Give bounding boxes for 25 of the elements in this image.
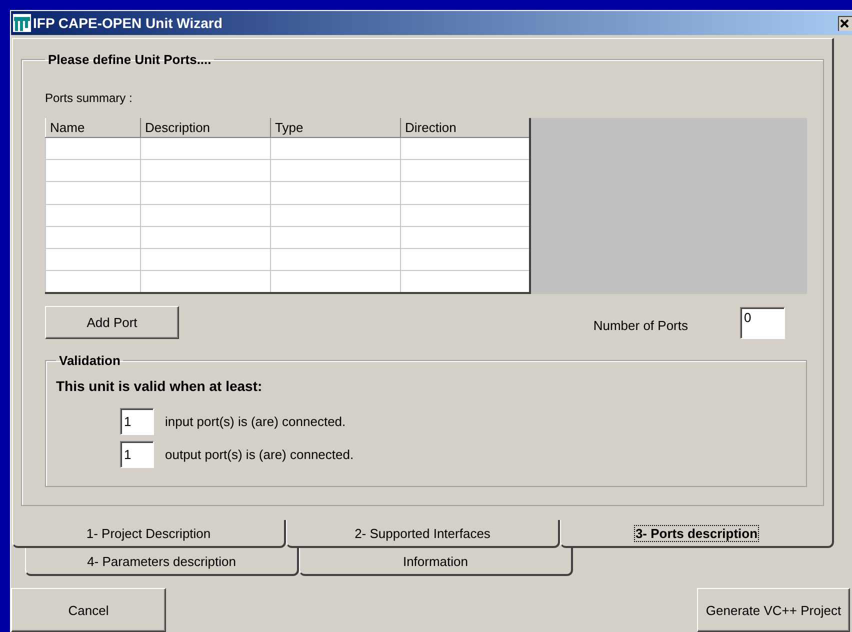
rule-text: input port(s) is (are) connected. [165,414,346,429]
window-title: IFP CAPE-OPEN Unit Wizard [33,15,222,31]
tab[interactable]: Information [299,548,573,576]
column-header: Name [46,118,140,138]
column-header: Direction [400,118,530,138]
count-label: Number of Ports [593,318,688,333]
tab[interactable]: 2- Supported Interfaces [286,520,560,548]
count-field[interactable]: 0 [740,306,785,338]
tab[interactable]: 1- Project Description [12,520,286,548]
generate-button[interactable]: Generate VC++ Project [697,588,850,632]
validation-heading: This unit is valid when at least: [56,378,264,394]
app-icon [13,14,31,32]
tab[interactable]: 4- Parameters description [25,548,299,576]
column-header: Type [270,118,400,138]
group-title: Please define Unit Ports.... [47,52,212,67]
value-field[interactable]: 1 [120,408,154,435]
validation-title: Validation [58,353,122,368]
add-port-button[interactable]: Add Port [45,306,179,339]
column-header: Description [140,118,270,138]
close-icon[interactable] [838,15,852,31]
rule-text: output port(s) is (are) connected. [165,447,354,462]
value-field[interactable]: 1 [120,441,154,468]
tab[interactable]: 3- Ports description [560,520,834,548]
summary-label: Ports summary : [45,91,134,105]
cancel-button[interactable]: Cancel [11,588,166,632]
